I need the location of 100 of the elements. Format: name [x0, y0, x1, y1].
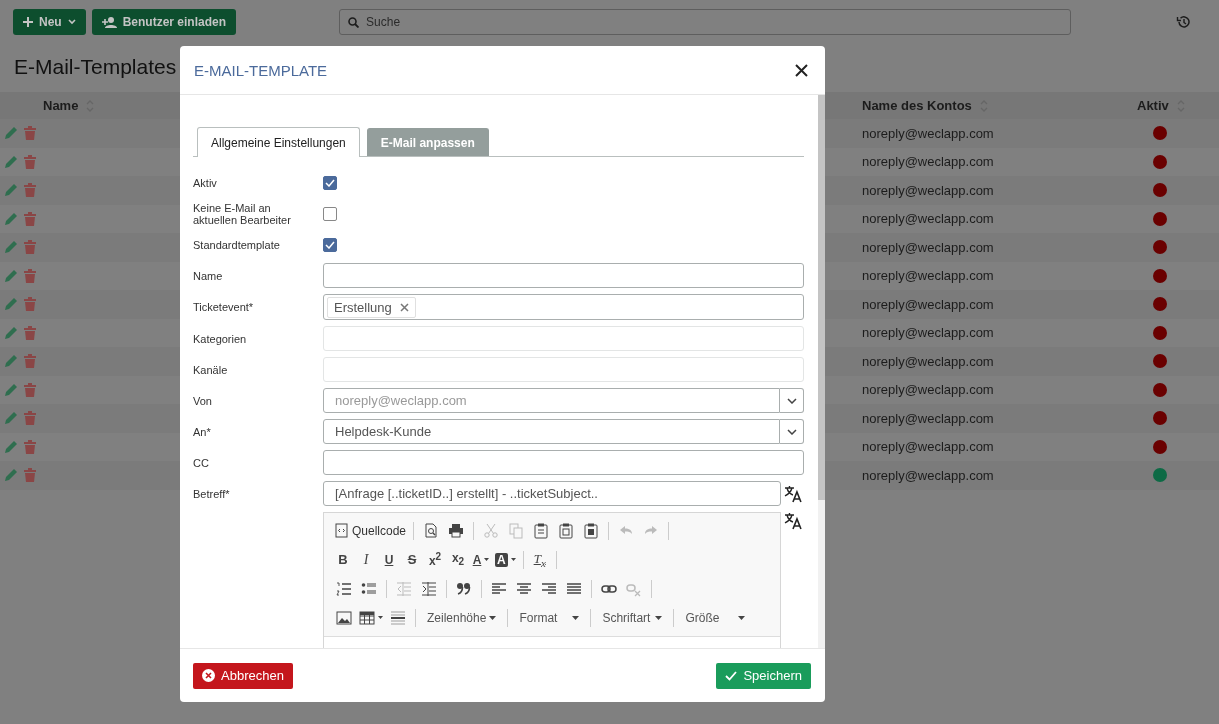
tab[interactable]: Allgemeine Einstellungen	[197, 127, 360, 157]
print-icon[interactable]	[448, 522, 465, 539]
input-field[interactable]	[323, 263, 804, 288]
trash-icon[interactable]	[24, 439, 36, 454]
pencil-icon[interactable]	[4, 325, 18, 340]
trash-icon[interactable]	[24, 154, 36, 169]
trash-icon[interactable]	[24, 297, 36, 312]
background-color-button[interactable]: A	[493, 548, 518, 571]
cancel-button[interactable]: Abbrechen	[193, 662, 293, 689]
trash-icon[interactable]	[24, 240, 36, 255]
pencil-icon[interactable]	[4, 211, 18, 226]
checkbox[interactable]	[323, 175, 337, 190]
trash-icon[interactable]	[24, 354, 36, 369]
bold-button[interactable]: B	[332, 548, 354, 571]
dropdown-button[interactable]	[780, 419, 804, 444]
paste-icon[interactable]	[533, 522, 550, 539]
translate-icon[interactable]	[784, 512, 804, 530]
trash-icon[interactable]	[24, 325, 36, 340]
toolbar-dropdown[interactable]: Format	[513, 606, 586, 629]
pencil-icon[interactable]	[4, 354, 18, 369]
pencil-icon[interactable]	[4, 382, 18, 397]
blockquote-icon[interactable]	[456, 580, 472, 597]
caret-icon	[738, 615, 746, 620]
caret-icon	[489, 615, 497, 620]
table-cell: noreply@weclapp.com	[862, 439, 994, 455]
trash-icon[interactable]	[24, 382, 36, 397]
field-label: Von	[193, 394, 213, 407]
pencil-icon[interactable]	[4, 268, 18, 283]
justify-icon[interactable]	[566, 580, 582, 597]
history-icon[interactable]	[1176, 15, 1190, 29]
input-field[interactable]: [Anfrage [..ticketID..] erstellt] - ..ticketSubject..	[323, 481, 782, 506]
text-color-button[interactable]: A	[470, 548, 492, 571]
table-cell: noreply@weclapp.com	[862, 382, 994, 398]
select-field[interactable]: noreply@weclapp.com	[323, 388, 780, 413]
horizontal-line-icon[interactable]	[390, 609, 406, 626]
numbered-list-icon[interactable]	[336, 580, 352, 597]
translate-icon[interactable]	[784, 484, 804, 503]
pencil-icon[interactable]	[4, 154, 18, 169]
remove-icon[interactable]	[399, 302, 409, 312]
toolbar-dropdown[interactable]: Größe	[679, 606, 752, 629]
script-button[interactable]: x$^{2}$	[424, 548, 446, 571]
select-field[interactable]: Helpdesk-Kunde	[323, 419, 780, 444]
pencil-icon[interactable]	[4, 468, 18, 483]
pencil-icon[interactable]	[4, 439, 18, 454]
page-title: E-Mail-Templates	[14, 54, 177, 80]
toolbar-dropdown[interactable]: Zeilenhöhe	[421, 606, 503, 629]
align-right-icon[interactable]	[541, 580, 557, 597]
pencil-icon[interactable]	[4, 240, 18, 255]
tag-input-field[interactable]: Erstellung	[323, 294, 804, 320]
user-add-icon	[101, 16, 117, 28]
toolbar-dropdown[interactable]: Schriftart	[596, 606, 669, 629]
table-cell: noreply@weclapp.com	[862, 410, 994, 426]
column-header[interactable]: Name des Kontos	[862, 98, 972, 113]
align-left-icon[interactable]	[491, 580, 507, 597]
trash-icon[interactable]	[24, 211, 36, 226]
strike-button[interactable]: S	[401, 548, 423, 571]
trash-icon[interactable]	[24, 268, 36, 283]
source-code-button[interactable]: Quellcode	[332, 519, 409, 542]
paste-text-icon[interactable]	[558, 522, 575, 539]
trash-icon[interactable]	[24, 468, 36, 483]
paste-word-icon[interactable]	[583, 522, 600, 539]
field-label: Ticketevent*	[193, 301, 255, 313]
script-button[interactable]: x$_{2}$	[447, 548, 469, 571]
italic-button[interactable]: I	[355, 548, 377, 571]
new-button[interactable]: Neu	[13, 9, 86, 35]
invite-user-button[interactable]: Benutzer einladen	[91, 9, 237, 35]
field-label: Betreff*	[193, 487, 231, 500]
check-icon	[325, 178, 335, 187]
caret-icon	[67, 19, 76, 25]
close-button[interactable]	[795, 63, 808, 77]
image-icon[interactable]	[336, 609, 352, 626]
checkbox[interactable]	[323, 237, 337, 252]
dropdown-button[interactable]	[780, 388, 804, 413]
trash-icon[interactable]	[24, 411, 36, 426]
rich-text-editor[interactable]: Quellcode B I U S x$^{2}$ x$_{2}$ A A T$_{x}$ Zeilenhöhe Format Schriftart Größe	[323, 512, 782, 648]
column-header[interactable]: Name	[43, 98, 79, 113]
bullet-list-icon[interactable]	[361, 580, 377, 597]
pencil-icon[interactable]	[4, 126, 18, 141]
trash-icon[interactable]	[24, 126, 36, 141]
pencil-icon[interactable]	[4, 183, 18, 198]
indent-icon[interactable]	[421, 580, 437, 597]
table-cell: noreply@weclapp.com	[862, 211, 994, 227]
field-label: CC	[193, 456, 210, 469]
input-field[interactable]	[323, 450, 804, 475]
pencil-icon[interactable]	[4, 411, 18, 426]
column-header[interactable]: Aktiv	[1137, 98, 1169, 113]
remove-format-button[interactable]: T$_{x}$	[528, 548, 551, 571]
pencil-icon[interactable]	[4, 297, 18, 312]
underline-button[interactable]: U	[378, 548, 400, 571]
search-field[interactable]: Suche	[339, 9, 1072, 35]
scrollbar[interactable]	[818, 95, 825, 648]
caret-icon	[484, 558, 490, 561]
table-cell: noreply@weclapp.com	[862, 154, 994, 170]
cancel-icon	[202, 669, 215, 682]
caret-icon	[378, 616, 383, 619]
save-button[interactable]: Speichern	[716, 662, 811, 689]
trash-icon[interactable]	[24, 183, 36, 198]
align-center-icon[interactable]	[516, 580, 532, 597]
preview-icon[interactable]	[423, 522, 440, 539]
checkbox[interactable]	[323, 206, 337, 221]
